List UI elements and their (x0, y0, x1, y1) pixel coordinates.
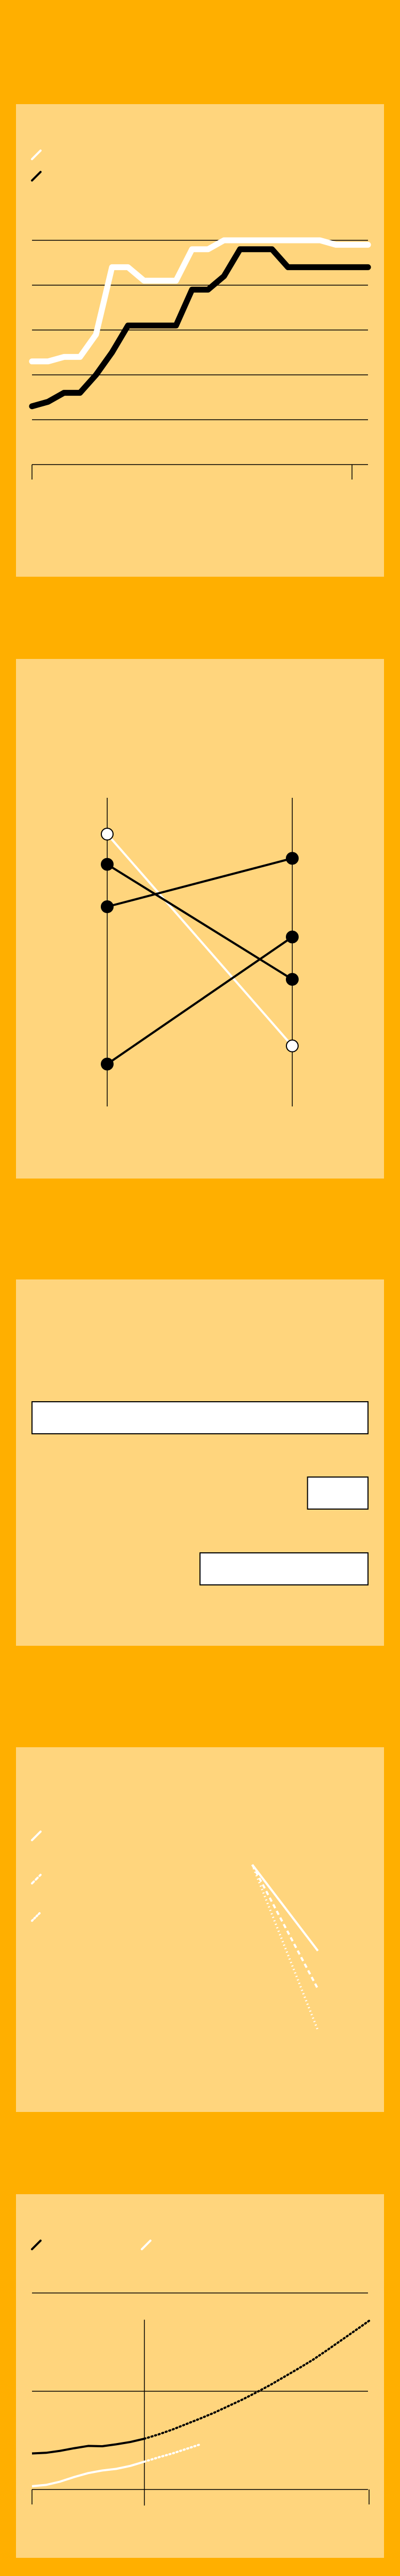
legend-key-white (141, 2240, 151, 2250)
series-solid-line (251, 1864, 319, 1952)
slope-point (286, 1039, 299, 1053)
slope-point (101, 828, 114, 841)
step-line-chart (29, 150, 371, 480)
series-black-historical (31, 2437, 145, 2455)
series-black-projection (143, 2320, 370, 2440)
series-dashed-line (251, 1864, 319, 1990)
forecast-chart-panel (16, 2194, 384, 2558)
slope-point (286, 973, 299, 986)
series-white-historical (31, 2460, 145, 2487)
bar-chart (31, 1401, 369, 1585)
slope-line (106, 936, 293, 1065)
forecast-chart (31, 2240, 370, 2506)
series-white-line (29, 237, 371, 365)
legend-key-black (31, 171, 42, 182)
bar-chart-panel (16, 1279, 384, 1646)
legend-key-dotted (31, 1911, 42, 1922)
page (0, 0, 400, 2576)
legend-key-dashed (31, 1874, 42, 1884)
projection-lines-chart (31, 1831, 319, 2031)
slope-point (101, 900, 114, 913)
series-dotted-line (251, 1864, 319, 2031)
slope-chart-panel (16, 659, 384, 1179)
series-white-projection (143, 2443, 202, 2463)
slope-point (286, 852, 299, 865)
series-black-line (29, 246, 371, 410)
bar (31, 1401, 369, 1434)
projection-lines-panel (16, 1747, 384, 2112)
slope-point (286, 930, 299, 944)
slope-point (101, 1057, 114, 1071)
slope-point (101, 858, 114, 871)
legend-key-white (31, 150, 42, 160)
bar (199, 1552, 369, 1585)
slope-chart (101, 798, 299, 1106)
legend-key-solid (31, 1831, 42, 1841)
bar (307, 1477, 369, 1510)
legend-key-black (31, 2240, 42, 2250)
step-line-chart-panel (16, 104, 384, 577)
